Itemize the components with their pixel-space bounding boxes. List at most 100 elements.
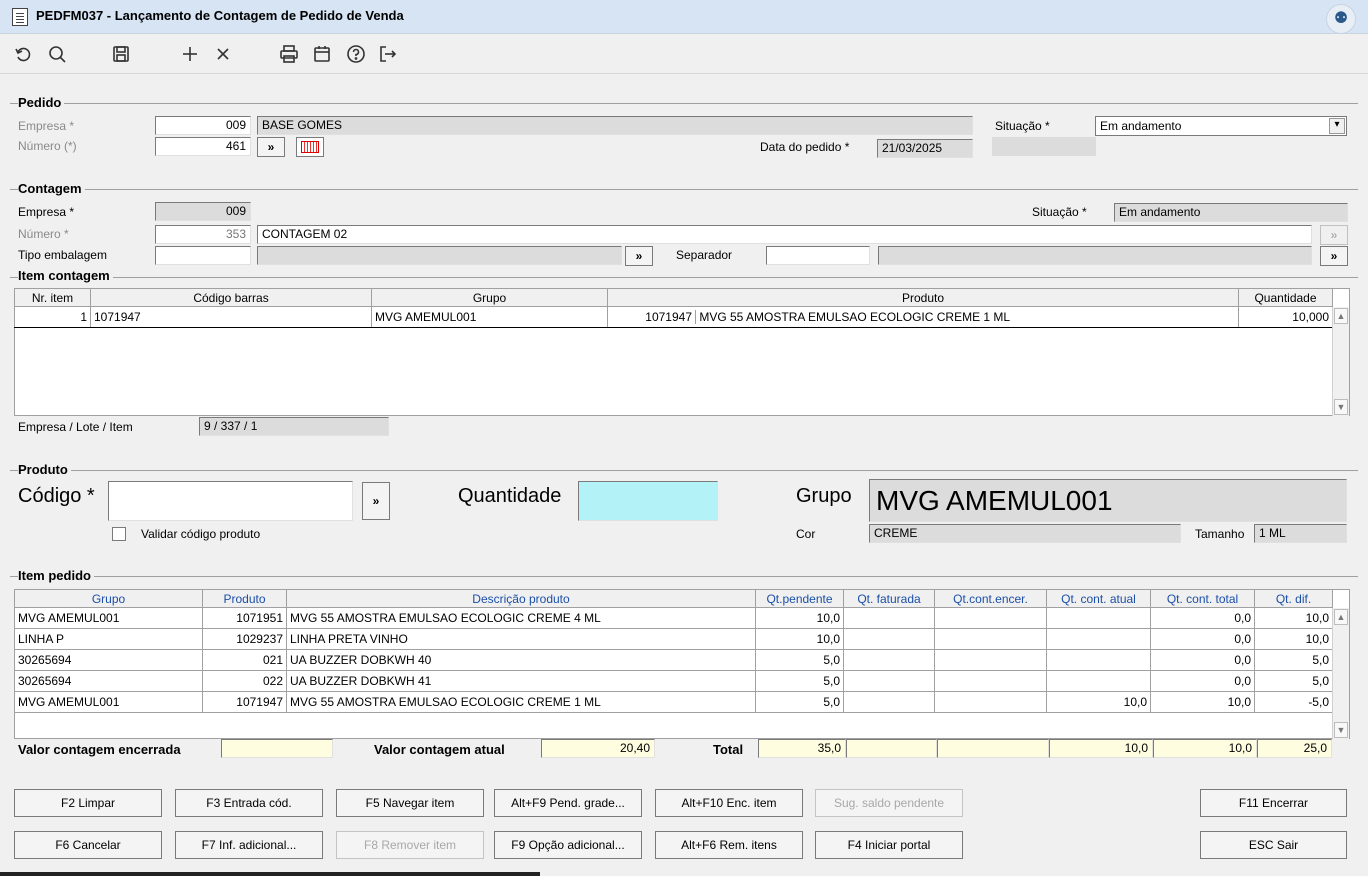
encerrar-button[interactable]: F11 Encerrar xyxy=(1200,789,1347,817)
table-row[interactable]: LINHA P 1029237 LINHA PRETA VINHO 10,0 0,0 10… xyxy=(14,628,1333,650)
search-icon[interactable] xyxy=(44,40,70,68)
cell-dif: 5,0 xyxy=(1254,670,1333,692)
col-codigo-barras[interactable]: Código barras xyxy=(90,288,372,307)
cell-grupo: 30265694 xyxy=(14,649,203,671)
cell-grupo: LINHA P xyxy=(14,628,203,650)
produto-grupo-label: Grupo xyxy=(796,485,852,507)
table-row[interactable]: 30265694 022 UA BUZZER DOBKWH 41 5,0 0,0 5,0 xyxy=(14,670,1333,692)
cell-pendente: 5,0 xyxy=(755,670,844,692)
pedido-lookup-button[interactable]: » xyxy=(257,137,285,157)
pedido-empresa-code-field[interactable]: 009 xyxy=(155,116,251,135)
sair-button[interactable]: ESC Sair xyxy=(1200,831,1347,859)
cell-total: 10,0 xyxy=(1150,691,1255,713)
cell-nr: 1 xyxy=(14,306,91,328)
save-icon[interactable] xyxy=(108,40,134,68)
cell-grupo: 30265694 xyxy=(14,670,203,692)
f2-limpar-button[interactable]: F2 Limpar xyxy=(14,789,162,817)
f9-op-o-adicional-button[interactable]: F9 Opção adicional... xyxy=(494,831,642,859)
tipo-embalagem-lookup-button[interactable]: » xyxy=(625,246,653,266)
pedido-situacao-label: Situação * xyxy=(995,119,1050,133)
taskbar-strip xyxy=(0,872,540,876)
accessibility-icon[interactable]: ⚉ xyxy=(1326,4,1356,34)
scroll-up-icon[interactable]: ▲ xyxy=(1334,609,1348,625)
valor-encerrada-label: Valor contagem encerrada xyxy=(18,742,181,757)
cell-dif: 10,0 xyxy=(1254,607,1333,629)
undo-icon[interactable] xyxy=(10,40,36,68)
scroll-up-icon[interactable]: ▲ xyxy=(1334,308,1348,324)
separador-field[interactable] xyxy=(766,246,870,265)
f6-cancelar-button[interactable]: F6 Cancelar xyxy=(14,831,162,859)
scroll-down-icon[interactable]: ▼ xyxy=(1334,722,1348,738)
item-pedido-group-label: Item pedido xyxy=(18,568,94,583)
contagem-descricao-field[interactable]: CONTAGEM 02 xyxy=(257,225,1312,244)
calendar-icon[interactable] xyxy=(309,40,335,68)
alt-f10-enc-item-button[interactable]: Alt+F10 Enc. item xyxy=(655,789,803,817)
title-bar: PEDFM037 - Lançamento de Contagem de Ped… xyxy=(0,0,1368,34)
col-qt-cont-encer[interactable]: Qt.cont.encer. xyxy=(934,589,1047,608)
f7-inf-adicional-button[interactable]: F7 Inf. adicional... xyxy=(175,831,323,859)
f3-entrada-c-d-button[interactable]: F3 Entrada cód. xyxy=(175,789,323,817)
sug-saldo-pendente-button: Sug. saldo pendente xyxy=(815,789,963,817)
add-icon[interactable] xyxy=(177,40,203,68)
col-nr-item[interactable]: Nr. item xyxy=(14,288,91,307)
table-row[interactable]: 30265694 021 UA BUZZER DOBKWH 40 5,0 0,0 5,0 xyxy=(14,649,1333,671)
exit-icon[interactable] xyxy=(375,40,401,68)
produto-lookup-button[interactable]: » xyxy=(362,482,390,520)
col-qt-pendente[interactable]: Qt.pendente xyxy=(755,589,844,608)
col-descricao[interactable]: Descrição produto xyxy=(286,589,756,608)
table-row[interactable]: 1 1071947 MVG AMEMUL001 1071947 MVG 55 A… xyxy=(14,306,1333,328)
produto-quantidade-field[interactable] xyxy=(578,481,718,521)
col-qt-cont-atual[interactable]: Qt. cont. atual xyxy=(1046,589,1151,608)
delete-icon[interactable] xyxy=(210,40,236,68)
col-quantidade[interactable]: Quantidade xyxy=(1238,288,1333,307)
f5-navegar-item-button[interactable]: F5 Navegar item xyxy=(336,789,484,817)
table-row[interactable]: MVG AMEMUL001 1071951 MVG 55 AMOSTRA EMULS… xyxy=(14,607,1333,629)
scroll-down-icon[interactable]: ▼ xyxy=(1334,399,1348,415)
chevron-down-icon[interactable]: ▾ xyxy=(1329,118,1345,134)
cell-produto: 1029237 xyxy=(202,628,287,650)
col-grupo[interactable]: Grupo xyxy=(14,589,203,608)
cell-encer xyxy=(934,670,1047,692)
tipo-embalagem-field[interactable] xyxy=(155,246,251,265)
pedido-calendar-button[interactable] xyxy=(296,137,324,157)
col-qt-cont-total[interactable]: Qt. cont. total xyxy=(1150,589,1255,608)
cell-pendente: 5,0 xyxy=(755,649,844,671)
table-row[interactable]: MVG AMEMUL001 1071947 MVG 55 AMOSTRA EMULS… xyxy=(14,691,1333,713)
pedido-empresa-name-field: BASE GOMES xyxy=(257,116,973,135)
help-icon[interactable] xyxy=(343,40,369,68)
separador-lookup-button[interactable]: » xyxy=(1320,246,1348,266)
lote-field: 9 / 337 / 1 xyxy=(199,417,389,436)
alt-f9-pend-grade-button[interactable]: Alt+F9 Pend. grade... xyxy=(494,789,642,817)
col-qt-dif[interactable]: Qt. dif. xyxy=(1254,589,1333,608)
pedido-situacao-value: Em andamento xyxy=(1100,119,1182,133)
pedido-data-field: 21/03/2025 xyxy=(877,139,973,158)
total-dif-field: 25,0 xyxy=(1257,739,1332,758)
contagem-numero-field[interactable]: 353 xyxy=(155,225,251,244)
col-grupo[interactable]: Grupo xyxy=(371,288,608,307)
col-produto[interactable]: Produto xyxy=(202,589,287,608)
cell-quantidade: 10,000 xyxy=(1238,306,1333,328)
alt-f6-rem-itens-button[interactable]: Alt+F6 Rem. itens xyxy=(655,831,803,859)
tipo-embalagem-desc-field xyxy=(257,246,622,265)
contagem-lookup-disabled-button: » xyxy=(1320,225,1348,245)
cell-descricao: UA BUZZER DOBKWH 41 xyxy=(286,670,756,692)
produto-codigo-field[interactable] xyxy=(108,481,353,521)
print-icon[interactable] xyxy=(276,40,302,68)
col-qt-faturada[interactable]: Qt. faturada xyxy=(843,589,935,608)
cell-produto-code: 1071947 xyxy=(609,310,696,324)
pedido-numero-field[interactable]: 461 xyxy=(155,137,251,156)
f4-iniciar-portal-button[interactable]: F4 Iniciar portal xyxy=(815,831,963,859)
item-pedido-header-row: Grupo Produto Descrição produto Qt.pende… xyxy=(14,589,1333,608)
cell-atual: 10,0 xyxy=(1046,691,1151,713)
pedido-numero-label: Número (*) xyxy=(18,139,77,153)
col-produto[interactable]: Produto xyxy=(607,288,1239,307)
pedido-situacao-select[interactable]: Em andamento ▾ xyxy=(1095,116,1347,136)
cell-faturada xyxy=(843,691,935,713)
item-contagem-scrollbar[interactable]: ▲ ▼ xyxy=(1332,307,1349,416)
contagem-situacao-label: Situação * xyxy=(1032,205,1087,219)
item-pedido-scrollbar[interactable]: ▲ ▼ xyxy=(1332,608,1349,739)
tipo-embalagem-label: Tipo embalagem xyxy=(18,248,107,262)
validar-codigo-checkbox[interactable] xyxy=(112,527,126,541)
cell-descricao: MVG 55 AMOSTRA EMULSAO ECOLOGIC CREME 1 … xyxy=(286,691,756,713)
contagem-empresa-field: 009 xyxy=(155,202,251,221)
